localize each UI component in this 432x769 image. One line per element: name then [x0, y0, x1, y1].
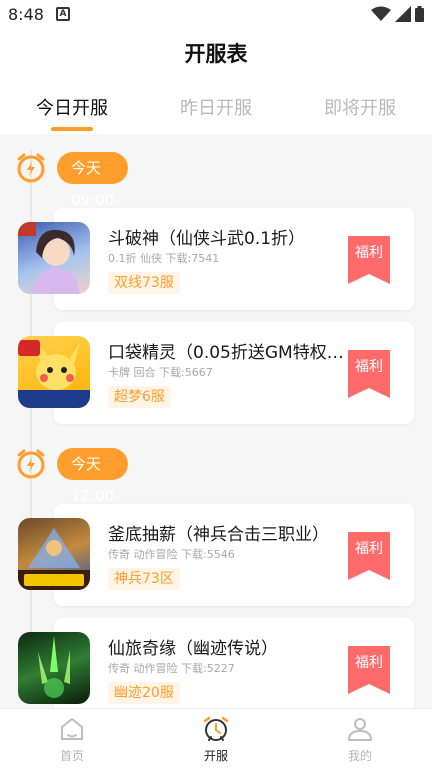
- welfare-label: 福利: [355, 245, 383, 261]
- game-icon-doupo[interactable]: [18, 222, 90, 294]
- time-label: 今天12:00: [57, 448, 129, 505]
- tab-bar: 今日开服 昨日开服 即将开服: [0, 76, 432, 134]
- time-label: 今天09:00: [57, 152, 129, 209]
- server-card[interactable]: 仙旅奇缘（幽迹传说） 传奇 动作冒险 下载:5227 幽迹20服 福利: [54, 618, 414, 720]
- welfare-button[interactable]: 福利: [348, 532, 390, 580]
- welfare-label: 福利: [355, 541, 383, 557]
- tab-yesterday[interactable]: 昨日开服: [144, 94, 288, 120]
- tab-upcoming[interactable]: 即将开服: [288, 94, 432, 120]
- game-art-icon: [18, 528, 90, 590]
- home-icon: [61, 718, 83, 740]
- server-card[interactable]: 釜底抽薪（神兵合击三职业） 传奇 动作冒险 下载:5546 神兵73区 福利: [54, 504, 414, 606]
- card-title: 口袋精灵（0.05折送GM特权…: [108, 343, 344, 363]
- game-art-icon: [18, 222, 80, 294]
- welfare-button[interactable]: 福利: [348, 646, 390, 694]
- status-time: 8:48: [8, 5, 44, 24]
- page-title: 开服表: [184, 42, 248, 66]
- bottom-nav: 首页 开服 我的: [0, 708, 432, 769]
- status-icons: [371, 6, 424, 22]
- nav-profile-label: 我的: [347, 749, 372, 763]
- card-meta: 0.1折 仙侠 下载:7541: [108, 252, 220, 265]
- card-meta: 传奇 动作冒险 下载:5546: [108, 548, 235, 561]
- nav-servers[interactable]: 开服: [186, 715, 246, 764]
- alarm-clock-icon: [17, 449, 45, 479]
- card-title: 仙旅奇缘（幽迹传说）: [108, 639, 278, 659]
- nav-home-label: 首页: [59, 749, 84, 763]
- welfare-label: 福利: [355, 359, 383, 375]
- signal-icon: [395, 6, 411, 22]
- battery-icon: [415, 6, 424, 22]
- server-badge: 超梦6服: [108, 386, 171, 408]
- alarm-clock-icon: [203, 716, 229, 741]
- nav-profile[interactable]: 我的: [330, 715, 390, 764]
- welfare-button[interactable]: 福利: [348, 350, 390, 398]
- game-icon-xianlv[interactable]: [18, 632, 90, 704]
- card-title: 釜底抽薪（神兵合击三职业）: [108, 525, 329, 545]
- welfare-label: 福利: [355, 655, 383, 671]
- nav-servers-label: 开服: [203, 749, 228, 763]
- game-icon-fudi[interactable]: [18, 518, 90, 590]
- app-header: 开服表: [0, 30, 432, 76]
- server-badge: 神兵73区: [108, 568, 180, 590]
- status-bar: 8:48 A: [0, 0, 432, 30]
- welfare-button[interactable]: 福利: [348, 236, 390, 284]
- card-meta: 传奇 动作冒险 下载:5227: [108, 662, 235, 675]
- game-art-icon: [18, 340, 90, 408]
- alarm-clock-icon: [17, 153, 45, 183]
- server-card[interactable]: 斗破神（仙侠斗武0.1折） 0.1折 仙侠 下载:7541 双线73服 福利: [54, 208, 414, 310]
- server-badge: 幽迹20服: [108, 682, 180, 704]
- card-title: 斗破神（仙侠斗武0.1折）: [108, 229, 306, 249]
- game-icon-pokemon[interactable]: [18, 336, 90, 408]
- tab-indicator: [51, 127, 93, 131]
- wifi-icon: [371, 6, 391, 21]
- card-meta: 卡牌 回合 下载:5667: [108, 366, 213, 379]
- notification-icon: A: [56, 7, 70, 21]
- nav-home[interactable]: 首页: [42, 715, 102, 764]
- game-art-icon: [38, 636, 70, 698]
- tab-today[interactable]: 今日开服: [0, 94, 144, 120]
- server-card[interactable]: 口袋精灵（0.05折送GM特权… 卡牌 回合 下载:5667 超梦6服 福利: [54, 322, 414, 424]
- user-icon: [348, 718, 372, 741]
- server-badge: 双线73服: [108, 272, 180, 294]
